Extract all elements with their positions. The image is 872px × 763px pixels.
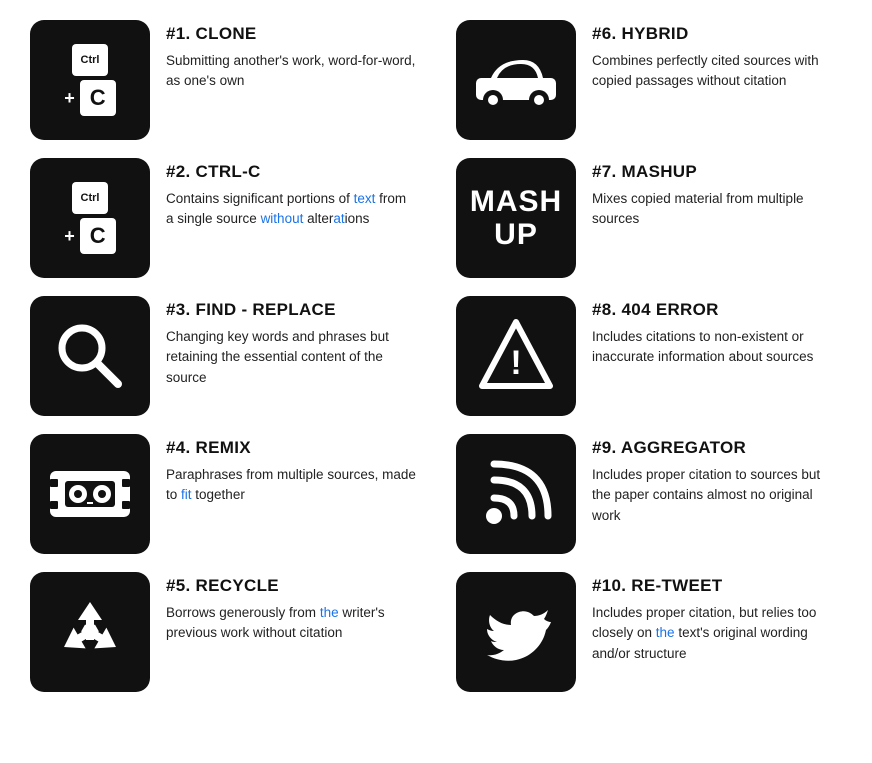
clone-desc: Submitting another's work, word-for-word… xyxy=(166,51,416,92)
recycle-title: #5. RECYCLE xyxy=(166,576,416,596)
list-item: #10. RE-TWEET Includes proper citation, … xyxy=(456,572,842,692)
find-replace-title: #3. FIND - REPLACE xyxy=(166,300,416,320)
mashup-title: #7. MASHUP xyxy=(592,162,842,182)
ctrlc-icon: Ctrl + C xyxy=(30,158,150,278)
find-replace-icon xyxy=(30,296,150,416)
list-item: #4. REMIX Paraphrases from multiple sour… xyxy=(30,434,416,554)
remix-desc: Paraphrases from multiple sources, made … xyxy=(166,465,416,506)
aggregator-text: #9. AGGREGATOR Includes proper citation … xyxy=(592,434,842,526)
list-item: #5. RECYCLE Borrows generously from the … xyxy=(30,572,416,692)
find-replace-desc: Changing key words and phrases but retai… xyxy=(166,327,416,388)
retweet-text: #10. RE-TWEET Includes proper citation, … xyxy=(592,572,842,664)
plagiarism-grid: Ctrl + C #1. CLONE Submitting another's … xyxy=(30,20,842,692)
list-item: Ctrl + C #2. CTRL-C Contains significant… xyxy=(30,158,416,278)
remix-title: #4. REMIX xyxy=(166,438,416,458)
error-icon: ! xyxy=(456,296,576,416)
ctrlc-text: #2. CTRL-C Contains significant portions… xyxy=(166,158,416,230)
remix-text: #4. REMIX Paraphrases from multiple sour… xyxy=(166,434,416,506)
list-item: #6. HYBRID Combines perfectly cited sour… xyxy=(456,20,842,140)
error-title: #8. 404 ERROR xyxy=(592,300,842,320)
svg-text:!: ! xyxy=(510,344,521,382)
mashup-text: #7. MASHUP Mixes copied material from mu… xyxy=(592,158,842,230)
recycle-desc: Borrows generously from the writer's pre… xyxy=(166,603,416,644)
retweet-desc: Includes proper citation, but relies too… xyxy=(592,603,842,664)
recycle-icon xyxy=(30,572,150,692)
hybrid-title: #6. HYBRID xyxy=(592,24,842,44)
list-item: #9. AGGREGATOR Includes proper citation … xyxy=(456,434,842,554)
mashup-desc: Mixes copied material from multiple sour… xyxy=(592,189,842,230)
retweet-title: #10. RE-TWEET xyxy=(592,576,842,596)
clone-title: #1. CLONE xyxy=(166,24,416,44)
aggregator-title: #9. AGGREGATOR xyxy=(592,438,842,458)
clone-icon: Ctrl + C xyxy=(30,20,150,140)
aggregator-desc: Includes proper citation to sources but … xyxy=(592,465,842,526)
aggregator-icon xyxy=(456,434,576,554)
hybrid-text: #6. HYBRID Combines perfectly cited sour… xyxy=(592,20,842,92)
error-text: #8. 404 ERROR Includes citations to non-… xyxy=(592,296,842,368)
list-item: MASHUP #7. MASHUP Mixes copied material … xyxy=(456,158,842,278)
hybrid-desc: Combines perfectly cited sources with co… xyxy=(592,51,842,92)
recycle-text: #5. RECYCLE Borrows generously from the … xyxy=(166,572,416,644)
clone-text: #1. CLONE Submitting another's work, wor… xyxy=(166,20,416,92)
ctrlc-title: #2. CTRL-C xyxy=(166,162,416,182)
hybrid-icon xyxy=(456,20,576,140)
error-desc: Includes citations to non-existent or in… xyxy=(592,327,842,368)
list-item: ! #8. 404 ERROR Includes citations to no… xyxy=(456,296,842,416)
remix-icon xyxy=(30,434,150,554)
mashup-icon: MASHUP xyxy=(456,158,576,278)
find-replace-text: #3. FIND - REPLACE Changing key words an… xyxy=(166,296,416,388)
ctrlc-desc: Contains significant portions of text fr… xyxy=(166,189,416,230)
retweet-icon xyxy=(456,572,576,692)
list-item: #3. FIND - REPLACE Changing key words an… xyxy=(30,296,416,416)
list-item: Ctrl + C #1. CLONE Submitting another's … xyxy=(30,20,416,140)
